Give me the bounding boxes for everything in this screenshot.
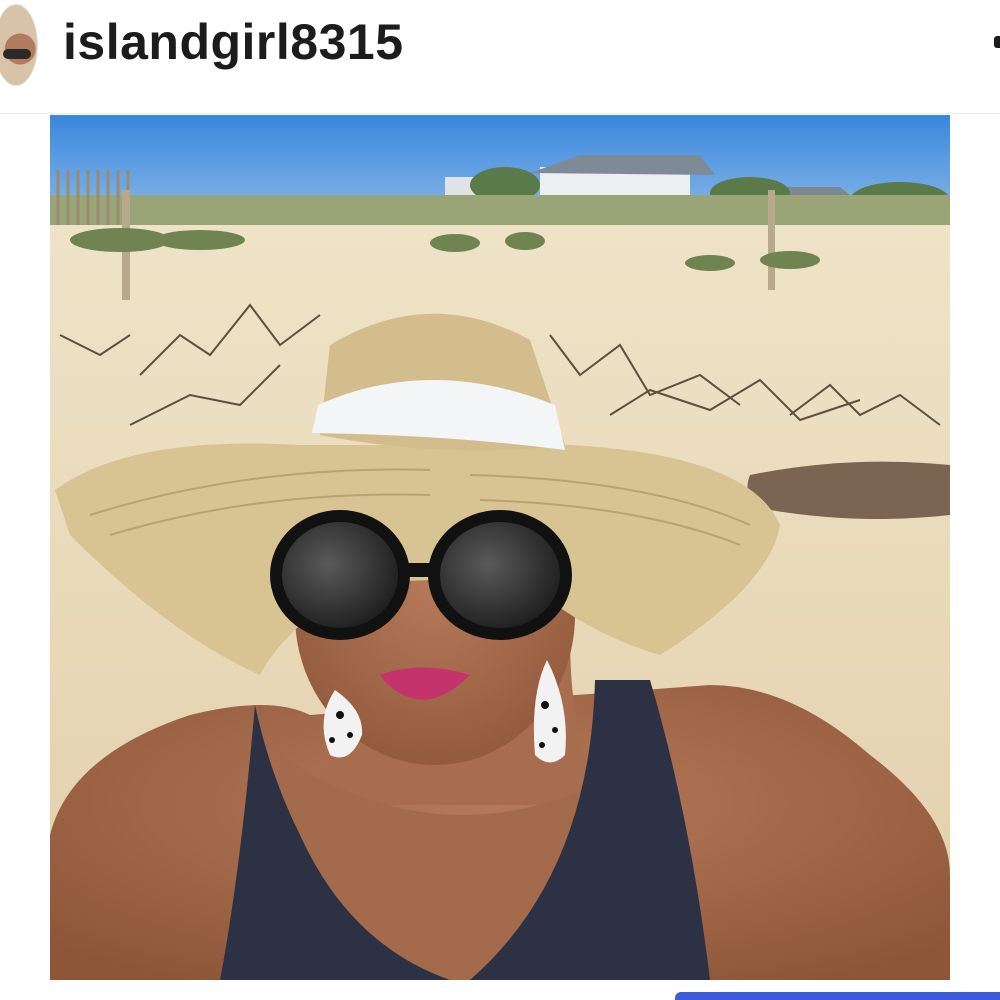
driftwood-log (747, 461, 950, 519)
bottom-accent-bar (675, 992, 1000, 1000)
post-header: islandgirl8315 (0, 0, 1000, 86)
avatar-sunglasses-icon (3, 49, 31, 59)
fence-post (768, 190, 775, 290)
post-photo[interactable] (50, 115, 950, 980)
profile-avatar[interactable] (0, 4, 38, 86)
more-options-icon[interactable] (994, 36, 1000, 48)
beach-selfie-photo (50, 115, 950, 980)
username-link[interactable]: islandgirl8315 (63, 12, 404, 72)
header-divider (0, 113, 1000, 114)
